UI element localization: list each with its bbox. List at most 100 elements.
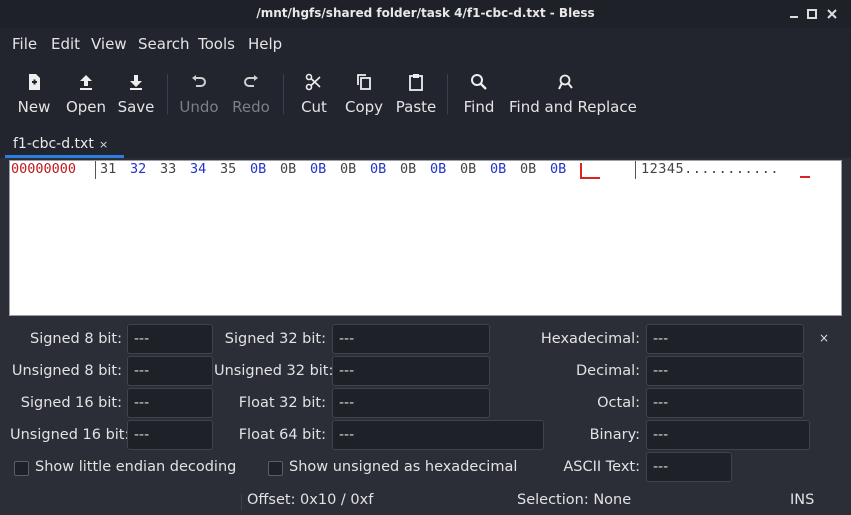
maximize-icon[interactable] [802, 4, 822, 24]
undo-label: Undo [179, 98, 219, 116]
find-replace-label: Find and Replace [509, 98, 637, 116]
close-inspector-icon[interactable]: × [819, 331, 829, 345]
open-label: Open [65, 98, 107, 116]
menu-tools[interactable]: Tools [198, 35, 235, 53]
tab-close-icon[interactable]: × [99, 138, 108, 151]
paste-button[interactable]: Paste [394, 62, 438, 130]
hex-byte[interactable]: 0B [370, 161, 386, 177]
ascii-cursor [800, 176, 810, 178]
hex-byte[interactable]: 0B [250, 161, 266, 177]
menu-view[interactable]: View [91, 35, 127, 53]
find-button[interactable]: Find [459, 62, 499, 130]
window-title: /mnt/hgfs/shared folder/task 4/f1-cbc-d.… [256, 6, 595, 20]
upload-icon [80, 75, 92, 90]
toolbar-separator [447, 74, 448, 114]
hex-byte[interactable]: 0B [400, 161, 416, 177]
binary-field[interactable]: --- [646, 420, 810, 450]
unsigned-hex-checkbox[interactable] [268, 461, 283, 476]
signed-32-label: Signed 32 bit: [224, 331, 326, 347]
hexadecimal-field[interactable]: --- [646, 324, 804, 354]
hex-byte[interactable]: 31 [100, 161, 116, 177]
unsigned-16-field[interactable]: --- [127, 420, 213, 450]
hex-editor-area[interactable] [9, 160, 842, 316]
signed-16-field[interactable]: --- [127, 388, 213, 418]
undo-button[interactable]: Undo [178, 62, 220, 130]
signed-32-field[interactable]: --- [332, 324, 490, 354]
little-endian-label: Show little endian decoding [35, 459, 237, 475]
ascii-divider [635, 161, 636, 179]
active-tab-indicator [5, 155, 124, 158]
status-selection: Selection: None [517, 492, 632, 508]
menu-edit[interactable]: Edit [51, 35, 80, 53]
new-label: New [17, 98, 51, 116]
hex-byte[interactable]: 0B [550, 161, 566, 177]
status-mode: INS [790, 492, 815, 508]
float-64-field[interactable]: --- [332, 420, 544, 450]
paste-label: Paste [395, 98, 437, 116]
save-button[interactable]: Save [115, 62, 157, 130]
find-replace-button[interactable]: Find and Replace [509, 62, 637, 130]
hexadecimal-label: Hexadecimal: [540, 331, 640, 347]
unsigned-16-label: Unsigned 16 bit: [10, 427, 130, 443]
toolbar-separator [283, 74, 284, 114]
signed-16-label: Signed 16 bit: [20, 395, 122, 411]
hex-byte[interactable]: 0B [490, 161, 506, 177]
new-file-icon [29, 74, 40, 90]
minimize-icon[interactable] [784, 4, 804, 24]
save-label: Save [117, 98, 155, 116]
clipboard-icon [409, 74, 423, 91]
open-button[interactable]: Open [63, 62, 109, 130]
unsigned-8-label: Unsigned 8 bit: [11, 363, 122, 379]
menu-bar [0, 28, 851, 60]
download-icon [130, 75, 142, 90]
unsigned-hex-label: Show unsigned as hexadecimal [289, 459, 518, 475]
copy-label: Copy [344, 98, 384, 116]
decimal-field[interactable]: --- [646, 356, 804, 386]
menu-search[interactable]: Search [138, 35, 190, 53]
menu-help[interactable]: Help [248, 35, 282, 53]
find-label: Find [463, 98, 495, 116]
undo-icon [192, 75, 206, 87]
find-replace-icon [558, 74, 573, 90]
offset-divider [95, 161, 96, 179]
ascii-column[interactable]: 12345........... [641, 161, 779, 177]
unsigned-32-field[interactable]: --- [332, 356, 490, 386]
unsigned-32-label: Unsigned 32 bit: [214, 363, 334, 379]
hex-byte[interactable]: 33 [160, 161, 176, 177]
status-offset: Offset: 0x10 / 0xf [247, 492, 374, 508]
new-button[interactable]: New [12, 62, 56, 130]
redo-label: Redo [232, 98, 270, 116]
hex-byte[interactable]: 0B [430, 161, 446, 177]
hex-byte[interactable]: 34 [190, 161, 206, 177]
binary-label: Binary: [589, 427, 640, 443]
decimal-label: Decimal: [575, 363, 640, 379]
redo-icon [244, 75, 258, 87]
ascii-text-field[interactable]: --- [646, 452, 732, 482]
copy-button[interactable]: Copy [343, 62, 385, 130]
float-32-label: Float 32 bit: [238, 395, 326, 411]
hex-byte[interactable]: 0B [340, 161, 356, 177]
hex-byte[interactable]: 0B [460, 161, 476, 177]
search-icon [471, 74, 487, 90]
tab-label: f1-cbc-d.txt [13, 136, 94, 152]
hex-byte[interactable]: 0B [280, 161, 296, 177]
hex-byte[interactable]: 0B [520, 161, 536, 177]
float-32-field[interactable]: --- [332, 388, 490, 418]
hex-byte[interactable]: 0B [310, 161, 326, 177]
float-64-label: Float 64 bit: [238, 427, 326, 443]
close-window-icon[interactable] [822, 4, 842, 24]
copy-icon [357, 74, 371, 90]
signed-8-field[interactable]: --- [127, 324, 213, 354]
unsigned-8-field[interactable]: --- [127, 356, 213, 386]
toolbar-separator [167, 74, 168, 114]
menu-file[interactable]: File [12, 35, 37, 53]
cut-button[interactable]: Cut [295, 62, 333, 130]
redo-button[interactable]: Redo [230, 62, 272, 130]
hex-byte[interactable]: 35 [220, 161, 236, 177]
offset-column: 00000000 [11, 161, 77, 177]
little-endian-checkbox[interactable] [14, 461, 29, 476]
hex-byte[interactable]: 32 [130, 161, 146, 177]
octal-field[interactable]: --- [646, 388, 804, 418]
cut-label: Cut [301, 98, 327, 116]
ascii-text-label: ASCII Text: [563, 459, 640, 475]
